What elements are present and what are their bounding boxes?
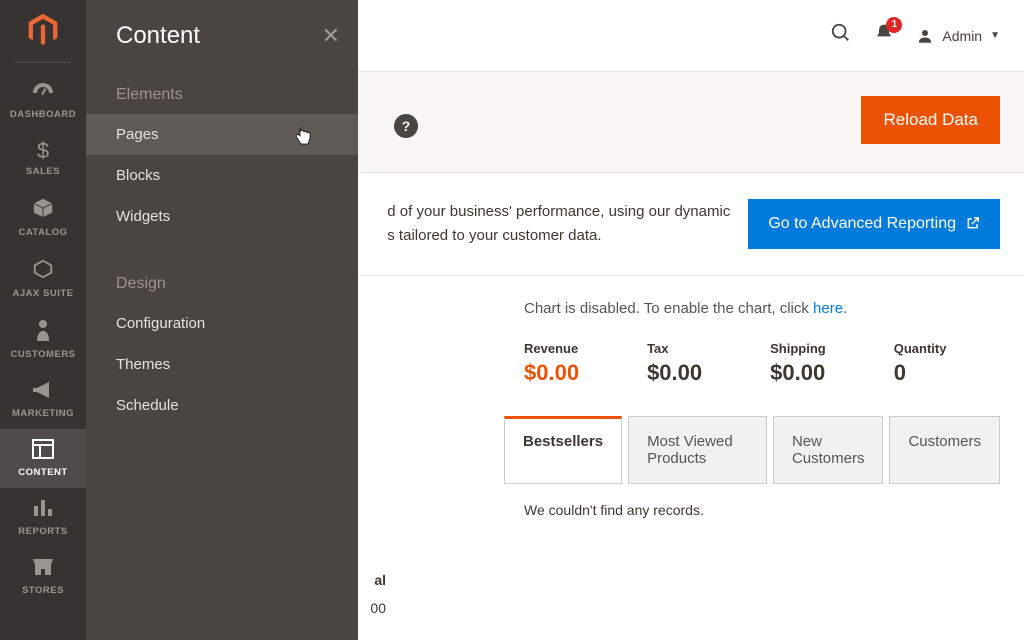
chart-enable-link[interactable]: here bbox=[813, 300, 843, 317]
dashboard-tabs: Bestsellers Most Viewed Products New Cus… bbox=[504, 416, 1000, 484]
rail-item-stores[interactable]: STORES bbox=[0, 547, 86, 606]
flyout-item-schedule[interactable]: Schedule bbox=[86, 385, 358, 426]
tab-most-viewed[interactable]: Most Viewed Products bbox=[628, 416, 767, 484]
layout-icon bbox=[32, 439, 54, 463]
admin-label: Admin bbox=[942, 28, 982, 44]
flyout-item-pages[interactable]: Pages bbox=[86, 114, 358, 155]
reload-data-button[interactable]: Reload Data bbox=[861, 96, 1000, 144]
dollar-icon: $ bbox=[37, 140, 49, 162]
content-flyout: Content ✕ Elements Pages Blocks Widgets … bbox=[86, 0, 358, 640]
flyout-item-widgets[interactable]: Widgets bbox=[86, 196, 358, 237]
rail-item-sales[interactable]: $ SALES bbox=[0, 130, 86, 187]
bar-chart-icon bbox=[32, 498, 54, 522]
admin-menu[interactable]: Admin ▼ bbox=[916, 27, 1000, 45]
dashboard-icon bbox=[31, 81, 55, 105]
notifications-icon[interactable]: 1 bbox=[874, 23, 894, 49]
left-column-fragment: al 00 bbox=[358, 572, 386, 616]
external-link-icon bbox=[966, 216, 980, 233]
box-icon bbox=[32, 197, 54, 223]
flyout-item-configuration[interactable]: Configuration bbox=[86, 303, 358, 344]
rail-item-content[interactable]: CONTENT bbox=[0, 429, 86, 488]
caret-down-icon: ▼ bbox=[990, 30, 1000, 41]
rail-item-marketing[interactable]: MARKETING bbox=[0, 370, 86, 429]
advanced-reporting-button[interactable]: Go to Advanced Reporting bbox=[748, 199, 1000, 249]
search-icon[interactable] bbox=[830, 22, 852, 50]
person-icon bbox=[35, 319, 51, 345]
rail-separator bbox=[15, 62, 71, 63]
rail-item-customers[interactable]: CUSTOMERS bbox=[0, 309, 86, 370]
rail-item-reports[interactable]: REPORTS bbox=[0, 488, 86, 547]
admin-rail: DASHBOARD $ SALES CATALOG AJAX SUITE CUS… bbox=[0, 0, 86, 640]
rail-item-ajax-suite[interactable]: AJAX SUITE bbox=[0, 248, 86, 309]
flyout-title: Content bbox=[116, 22, 200, 50]
flyout-group-design: Design bbox=[86, 257, 358, 303]
help-icon[interactable]: ? bbox=[394, 114, 418, 138]
flyout-item-themes[interactable]: Themes bbox=[86, 344, 358, 385]
stat-shipping: Shipping $0.00 bbox=[770, 341, 826, 386]
rail-item-catalog[interactable]: CATALOG bbox=[0, 187, 86, 248]
stat-revenue: Revenue $0.00 bbox=[524, 341, 579, 386]
cursor-hand-icon bbox=[294, 126, 312, 149]
notification-badge: 1 bbox=[886, 17, 902, 33]
stat-tax: Tax $0.00 bbox=[647, 341, 702, 386]
close-icon[interactable]: ✕ bbox=[322, 23, 340, 49]
stat-quantity: Quantity 0 bbox=[894, 341, 947, 386]
stats-row: Revenue $0.00 Tax $0.00 Shipping $0.00 Q… bbox=[524, 341, 1000, 386]
megaphone-icon bbox=[31, 380, 55, 404]
hexagon-icon bbox=[32, 258, 54, 284]
tab-panel-empty: We couldn't find any records. bbox=[524, 502, 1024, 518]
magento-logo-icon[interactable] bbox=[21, 8, 65, 52]
flyout-header: Content ✕ bbox=[86, 22, 358, 68]
storefront-icon bbox=[31, 557, 55, 581]
tab-customers[interactable]: Customers bbox=[889, 416, 1000, 484]
tab-new-customers[interactable]: New Customers bbox=[773, 416, 884, 484]
advanced-reporting-text: d of your business' performance, using o… bbox=[387, 200, 730, 248]
flyout-item-blocks[interactable]: Blocks bbox=[86, 155, 358, 196]
tab-bestsellers[interactable]: Bestsellers bbox=[504, 416, 622, 484]
rail-item-dashboard[interactable]: DASHBOARD bbox=[0, 71, 86, 130]
flyout-group-elements: Elements bbox=[86, 68, 358, 114]
chart-disabled-note: Chart is disabled. To enable the chart, … bbox=[524, 300, 1024, 317]
